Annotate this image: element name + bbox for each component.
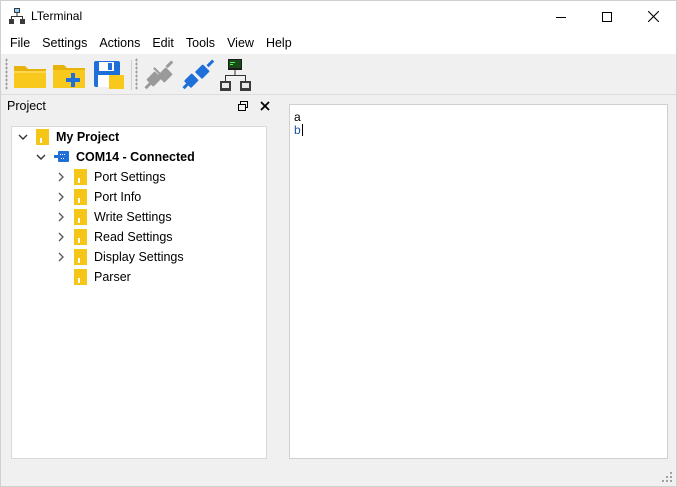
close-button[interactable] [630, 1, 676, 32]
chevron-right-icon[interactable] [54, 250, 68, 264]
new-project-button[interactable] [52, 58, 86, 92]
project-dock-title: Project [7, 99, 46, 113]
network-terminal-button[interactable] [219, 58, 253, 92]
close-icon[interactable] [258, 99, 272, 113]
tree-item-write-settings[interactable]: Write Settings [54, 207, 172, 227]
tree-item-read-settings[interactable]: Read Settings [54, 227, 173, 247]
terminal-output[interactable]: a b [289, 104, 668, 459]
maximize-button[interactable] [584, 1, 630, 32]
folder-icon [36, 129, 49, 145]
tree-item-port[interactable]: COM14 - Connected [34, 147, 195, 167]
minimize-button[interactable] [538, 1, 584, 32]
tree-item-parser[interactable]: Parser [74, 267, 131, 287]
app-network-icon [9, 8, 25, 24]
toolbar [1, 54, 676, 95]
terminal-line-text: a [294, 110, 301, 124]
connect-icon [182, 59, 215, 90]
float-window-icon[interactable] [236, 99, 250, 113]
terminal-line: a [294, 110, 301, 124]
folder-icon [74, 189, 87, 205]
tree-item-label: COM14 - Connected [76, 150, 195, 164]
tree-item-port-settings[interactable]: Port Settings [54, 167, 166, 187]
chevron-right-icon[interactable] [54, 170, 68, 184]
folder-icon [74, 209, 87, 225]
folder-icon [74, 269, 87, 285]
tree-item-label: Parser [94, 270, 131, 284]
menu-actions[interactable]: Actions [93, 32, 146, 54]
chevron-right-icon[interactable] [54, 230, 68, 244]
menu-edit[interactable]: Edit [146, 32, 180, 54]
tree-item-label: Port Info [94, 190, 142, 204]
folder-icon [74, 169, 87, 185]
new-project-icon [53, 65, 85, 88]
chevron-right-icon[interactable] [54, 190, 68, 204]
project-dock-titlebar[interactable]: Project [2, 97, 275, 115]
menu-bar: File Settings Actions Edit Tools View He… [1, 32, 676, 54]
menu-file[interactable]: File [4, 32, 36, 54]
tree-item-label: Write Settings [94, 210, 172, 224]
tree-item-label: My Project [56, 130, 120, 144]
disconnect-icon [144, 60, 174, 90]
disconnect-button[interactable] [141, 58, 175, 92]
connect-button[interactable] [181, 58, 215, 92]
menu-settings[interactable]: Settings [36, 32, 93, 54]
toolbar-grip[interactable] [5, 58, 8, 90]
save-button[interactable] [92, 58, 126, 92]
tree-item-label: Display Settings [94, 250, 184, 264]
maximize-icon [602, 11, 612, 22]
folder-icon [74, 229, 87, 245]
terminal-line: b [294, 123, 303, 137]
toolbar-grip[interactable] [135, 58, 138, 90]
window-title: LTerminal [31, 9, 83, 23]
app-window: LTerminal File Settings Actions Edit Too… [0, 0, 677, 487]
open-project-button[interactable] [13, 58, 47, 92]
text-cursor [301, 124, 303, 136]
menu-view[interactable]: View [221, 32, 260, 54]
chevron-down-icon[interactable] [16, 130, 30, 144]
chevron-down-icon[interactable] [34, 150, 48, 164]
network-terminal-icon [220, 59, 251, 91]
open-folder-icon [14, 66, 46, 88]
chevron-right-icon[interactable] [54, 210, 68, 224]
project-tree: My Project COM14 - Connected Port Settin… [11, 126, 267, 459]
serial-port-icon [54, 151, 69, 162]
tree-item-label: Port Settings [94, 170, 166, 184]
tree-item-root[interactable]: My Project [16, 127, 119, 147]
menu-tools[interactable]: Tools [180, 32, 221, 54]
tree-item-label: Read Settings [94, 230, 173, 244]
folder-icon [74, 249, 87, 265]
menu-help[interactable]: Help [260, 32, 298, 54]
tree-item-display-settings[interactable]: Display Settings [54, 247, 184, 267]
toolbar-separator [131, 60, 132, 90]
terminal-line-text: b [294, 123, 301, 137]
minimize-icon [556, 16, 566, 18]
resize-grip-icon[interactable] [662, 472, 673, 483]
save-icon [94, 61, 124, 89]
tree-item-port-info[interactable]: Port Info [54, 187, 141, 207]
title-bar[interactable]: LTerminal [1, 1, 676, 32]
close-icon [647, 11, 659, 22]
status-bar [1, 467, 676, 486]
